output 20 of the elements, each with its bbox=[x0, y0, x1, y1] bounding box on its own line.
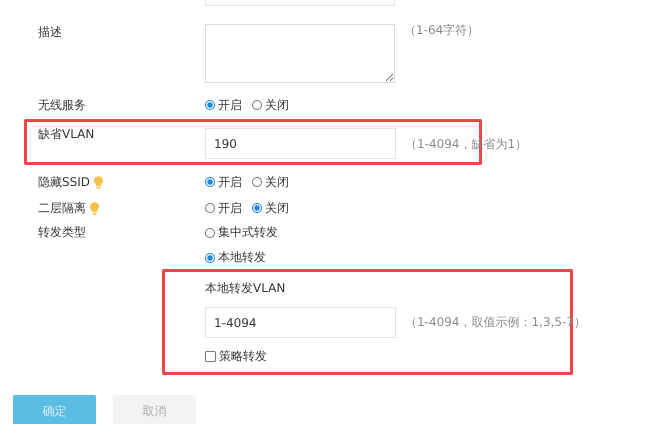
radio-option[interactable]: 本地转发 bbox=[205, 249, 278, 266]
vlan-input[interactable]: 190 bbox=[205, 128, 396, 159]
radio-option[interactable]: 集中式转发 bbox=[205, 224, 278, 241]
radio-option[interactable]: 关闭 bbox=[252, 174, 289, 190]
description-field[interactable] bbox=[205, 24, 395, 83]
vlan-input[interactable]: 1-4094 bbox=[205, 307, 396, 338]
field-label: 二层隔离 bbox=[38, 200, 86, 216]
hint-text: （1-64字符） bbox=[404, 22, 480, 39]
field-label: 本地转发VLAN bbox=[205, 280, 286, 297]
radio-option[interactable]: 开启 bbox=[205, 96, 242, 114]
radio-option[interactable]: 开启 bbox=[205, 174, 242, 190]
field-label: 转发类型 bbox=[38, 224, 87, 241]
field-label: 描述 bbox=[38, 24, 63, 41]
field-label: 无线服务 bbox=[38, 96, 87, 114]
radio-option[interactable]: 开启 bbox=[205, 200, 242, 216]
radio-option[interactable]: 关闭 bbox=[252, 96, 289, 114]
field-label: 缺省VLAN bbox=[38, 126, 96, 143]
radio-option[interactable]: 关闭 bbox=[252, 200, 289, 216]
checkbox-option[interactable]: 策略转发 bbox=[205, 348, 267, 365]
field-label: 隐藏SSID bbox=[38, 174, 90, 190]
